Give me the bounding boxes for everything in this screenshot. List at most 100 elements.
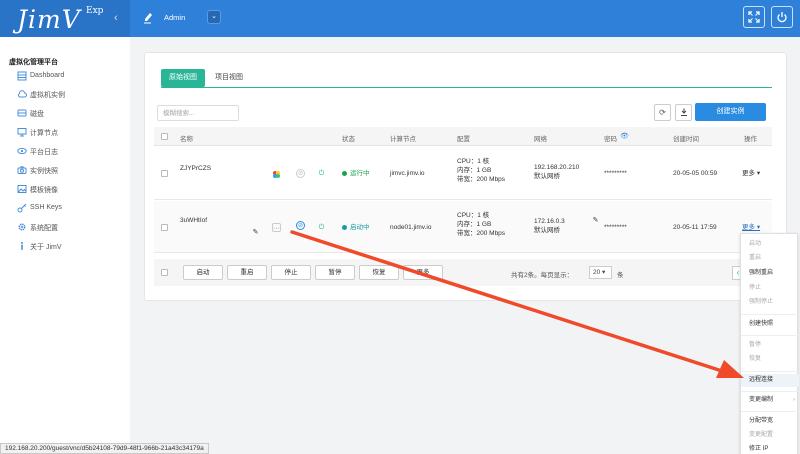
eye-icon — [17, 147, 27, 155]
sidebar-item-compute-nodes[interactable]: 计算节点 — [17, 126, 127, 140]
select-all-checkbox-footer[interactable] — [161, 269, 168, 276]
create-instance-button[interactable]: 创建实例 — [695, 103, 766, 121]
col-password: 密码 — [604, 136, 617, 143]
batch-pause-button[interactable]: 暂停 — [315, 265, 355, 280]
cloud-icon — [17, 90, 27, 98]
instance-node: jimvc.jimv.io — [390, 170, 425, 177]
caret-down-icon: ▾ — [756, 170, 761, 177]
sidebar-item-settings[interactable]: 系统配置 — [17, 221, 127, 235]
menu-item-change-config[interactable]: 变更配置 — [741, 429, 799, 442]
row-checkbox[interactable] — [161, 224, 168, 231]
power-button[interactable] — [771, 6, 793, 28]
edit-ip-icon[interactable]: ✎ — [591, 216, 600, 225]
power-toggle-icon[interactable]: ⏻ — [317, 223, 326, 232]
edit-name-icon[interactable]: ✎ — [251, 228, 260, 237]
gear-icon — [18, 223, 26, 231]
sidebar-item-dashboard[interactable]: Dashboard — [17, 70, 127, 84]
menu-item-change-orchestration[interactable]: 变更编制 › — [741, 394, 799, 407]
actions-dropdown-menu: 启动 重启 强制重启 停止 强制停止 创建快照 暂停 恢复 远程连接 变更编制 ›… — [740, 233, 799, 454]
instance-password: ********* — [604, 170, 627, 177]
caret-down-icon: ▾ — [756, 224, 761, 231]
menu-item-start[interactable]: 启动 — [741, 238, 799, 251]
instance-ip: 172.16.0.3 — [534, 218, 565, 225]
sidebar-item-label: SSH Keys — [30, 204, 62, 211]
sidebar-item-label: 虚拟机实例 — [30, 92, 65, 99]
os-logo-icon — [273, 171, 280, 178]
col-status: 状态 — [342, 136, 355, 143]
more-actions-button[interactable]: 更多 ▾ — [742, 169, 760, 178]
more-actions-button[interactable]: 更多 ▾ — [742, 223, 760, 232]
menu-item-force-stop[interactable]: 强制停止 — [741, 296, 799, 309]
sidebar-collapse-icon[interactable]: ‹ — [114, 12, 118, 24]
sidebar-item-label: 平台日志 — [30, 149, 58, 156]
config-cpu: CPU：1 核 — [457, 212, 490, 219]
batch-more-button[interactable]: 更多 — [403, 265, 443, 280]
power-toggle-icon[interactable]: ⏻ — [317, 169, 326, 178]
sidebar-item-label: 模板镜像 — [30, 187, 58, 194]
user-name: Admin — [164, 13, 186, 22]
sidebar-item-instances[interactable]: 虚拟机实例 — [17, 88, 127, 102]
sidebar-item-about[interactable]: 关于 JimV — [17, 240, 127, 254]
more-icon[interactable]: ··· — [272, 223, 281, 232]
status-badge: 启动中 — [342, 223, 370, 232]
batch-action-bar: 启动 重启 停止 暂停 恢复 更多 共有2条。每页显示： 20 ▾ 条 ‹ — [154, 259, 772, 286]
instance-name: ZJYPrCZS — [180, 165, 212, 172]
sidebar-item-label: 关于 JimV — [30, 244, 62, 251]
download-button[interactable] — [675, 104, 692, 121]
menu-item-force-restart[interactable]: 强制重启 — [741, 267, 799, 280]
menu-item-restart[interactable]: 重启 — [741, 252, 799, 265]
disk-icon — [17, 109, 27, 117]
config-bw: 带宽：200 Mbps — [457, 176, 506, 183]
page-size-select[interactable]: 20 ▾ — [589, 266, 612, 279]
user-dropdown-button[interactable]: ⌄ — [207, 10, 221, 24]
menu-divider — [741, 335, 799, 336]
col-actions: 操作 — [744, 136, 757, 143]
menu-item-allocate-bandwidth[interactable]: 分配带宽 — [741, 415, 799, 428]
col-network: 网络 — [534, 136, 547, 143]
menu-item-fix-ip[interactable]: 修正 IP — [741, 443, 799, 454]
status-text: 运行中 — [350, 170, 370, 177]
instances-panel: 原始视图 项目视图 ⟳ 创建实例 名称 状态 计算节点 配置 网络 密码 👁 创… — [144, 52, 787, 301]
table-header: 名称 状态 计算节点 配置 网络 密码 👁 创建时间 操作 — [154, 127, 772, 146]
menu-divider — [741, 411, 799, 412]
menu-item-remote-connect[interactable]: 远程连接 — [741, 374, 799, 387]
sidebar-item-label: Dashboard — [30, 72, 65, 79]
menu-item-pause[interactable]: 暂停 — [741, 339, 799, 352]
config-mem: 内存：1 GB — [457, 221, 492, 228]
sidebar-item-templates[interactable]: 模板镜像 — [17, 183, 127, 197]
chevron-right-icon: › — [793, 397, 795, 403]
fullscreen-button[interactable] — [743, 6, 765, 28]
batch-restart-button[interactable]: 重启 — [227, 265, 267, 280]
menu-item-resume[interactable]: 恢复 — [741, 353, 799, 366]
status-text: 启动中 — [350, 224, 370, 231]
sidebar-item-snapshots[interactable]: 实例快照 — [17, 164, 127, 178]
config-cpu: CPU：1 核 — [457, 158, 490, 165]
dashboard-icon — [17, 71, 27, 81]
batch-stop-button[interactable]: 停止 — [271, 265, 311, 280]
select-all-checkbox[interactable] — [161, 133, 168, 140]
menu-item-stop[interactable]: 停止 — [741, 282, 799, 295]
search-input[interactable] — [157, 105, 239, 121]
sidebar-item-label: 系统配置 — [30, 225, 58, 232]
sidebar-item-ssh-keys[interactable]: SSH Keys — [17, 202, 127, 216]
batch-resume-button[interactable]: 恢复 — [359, 265, 399, 280]
tab-underline — [161, 87, 772, 88]
tab-project-view[interactable]: 项目视图 — [207, 69, 251, 87]
instance-password: ********* — [604, 224, 627, 231]
refresh-button[interactable]: ⟳ — [654, 104, 671, 121]
col-node: 计算节点 — [390, 136, 416, 143]
menu-divider — [741, 314, 799, 315]
menu-item-create-snapshot[interactable]: 创建快照 — [741, 318, 799, 331]
row-checkbox[interactable] — [161, 170, 168, 177]
batch-start-button[interactable]: 启动 — [183, 265, 223, 280]
link-preview-statusbar: 192.168.20.200/guest/vnc/d5b24108-79d9-4… — [0, 443, 209, 454]
sidebar-item-disks[interactable]: 磁盘 — [17, 107, 127, 121]
chevron-down-icon: ▾ — [602, 269, 606, 276]
vnc-connect-icon[interactable]: ⊘ — [296, 221, 305, 230]
show-password-icon[interactable]: 👁 — [620, 132, 629, 141]
tab-raw-view[interactable]: 原始视图 — [161, 69, 205, 87]
sidebar-item-label: 计算节点 — [30, 130, 58, 137]
sidebar-item-logs[interactable]: 平台日志 — [17, 145, 127, 159]
col-created: 创建时间 — [673, 136, 699, 143]
vnc-disabled-icon[interactable]: ⊘ — [296, 169, 305, 178]
